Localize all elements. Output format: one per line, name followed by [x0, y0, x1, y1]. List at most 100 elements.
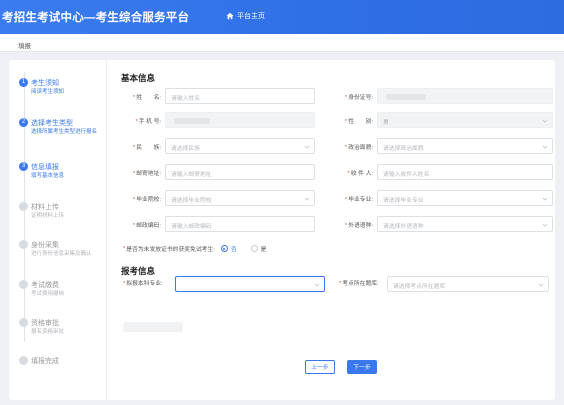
political-placeholder: 请选择政治面貌 [383, 146, 424, 152]
address-field: *邮寄地址: 请输入邮寄地址 [123, 164, 323, 180]
grad-major-placeholder: 请选择毕业专业 [383, 198, 424, 204]
grad-school-field: *毕业院校: 请选择毕业院校 [123, 190, 323, 206]
gender-field: *性 别: 男 [333, 112, 553, 128]
step-number: 3 [19, 162, 28, 171]
step-title: 资格审批 [31, 320, 59, 327]
step-number: 1 [19, 78, 28, 87]
step-desc: 进行身份信息采集及确认 [31, 251, 92, 257]
award-exempt-radio-group: * 是否为未发放证书的获奖免试考生: 否 是 [123, 245, 267, 253]
step-desc: 阅读考生须知 [31, 89, 65, 95]
exam-site-placeholder: 请选择考点所在题库 [393, 284, 446, 290]
grad-major-select[interactable]: 请选择毕业专业 [377, 190, 553, 206]
address-label: 邮寄地址: [136, 171, 161, 177]
grad-school-select[interactable]: 请选择毕业院校 [165, 190, 315, 206]
ethnicity-field: *民 族: 请选择民族 [123, 138, 323, 154]
step-number [19, 318, 28, 327]
step-title: 身份采集 [31, 242, 59, 249]
id-number-label: 身份证号: [348, 95, 373, 101]
phone-input[interactable] [165, 112, 315, 128]
postcode-input[interactable]: 请输入邮政编码 [165, 216, 315, 232]
step-title: 信息填报 [31, 164, 59, 171]
blurred-value [174, 118, 210, 124]
step-number [19, 202, 28, 211]
breadcrumb-bar: 填报 [0, 34, 564, 52]
prev-step-button[interactable]: 上一步 [305, 360, 335, 374]
intended-major-label: 拟报本科专业: [126, 281, 163, 287]
postcode-label: 邮政编码: [136, 223, 161, 229]
foreign-lang-field: *外语语种: 请选择外语语种 [333, 216, 553, 232]
gender-label: 性 别: [348, 119, 373, 125]
next-step-button[interactable]: 下一步 [347, 360, 377, 374]
recipient-label: 收 件 人: [350, 171, 373, 177]
step-title: 填报完成 [31, 358, 59, 365]
home-link[interactable]: 平台主页 [226, 11, 265, 21]
name-field: *姓 名: 请输入姓名 [123, 88, 323, 104]
political-field: *政治面貌: 请选择政治面貌 [333, 138, 553, 154]
home-link-label: 平台主页 [237, 13, 265, 20]
step-number [19, 356, 28, 365]
exam-site-select[interactable]: 请选择考点所在题库 [387, 276, 549, 292]
gender-value: 男 [383, 120, 389, 126]
step-title: 材料上传 [31, 204, 59, 211]
chevron-down-icon [314, 283, 320, 287]
grad-major-label: 毕业专业: [348, 197, 373, 203]
chevron-down-icon [304, 145, 310, 149]
form-area: 基本信息 *姓 名: 请输入姓名 *身份证号: *手 机 号: *性 别: 男 [107, 60, 555, 400]
postcode-placeholder: 请输入邮政编码 [171, 224, 212, 230]
id-number-input[interactable] [377, 88, 553, 104]
grad-major-field: *毕业专业: 请选择毕业专业 [333, 190, 553, 206]
chevron-down-icon [542, 145, 548, 149]
home-icon [226, 12, 234, 20]
ethnicity-placeholder: 请选择民族 [171, 146, 200, 152]
chevron-down-icon [542, 119, 548, 123]
name-label: 姓 名: [136, 95, 161, 101]
recipient-placeholder: 请输入收件人姓名 [383, 172, 430, 178]
step-desc: 考试费用缴纳 [31, 291, 65, 297]
top-bar: 考招生考试中心—考生综合服务平台 平台主页 [0, 0, 564, 34]
political-select[interactable]: 请选择政治面貌 [377, 138, 553, 154]
exam-site-label: 考点所在题库: [342, 281, 379, 287]
ethnicity-select[interactable]: 请选择民族 [165, 138, 315, 154]
step-desc: 填写基本信息 [31, 173, 65, 179]
exam-site-field: *考点所在题库: 请选择考点所在题库 [339, 276, 553, 292]
step-number: 2 [19, 118, 28, 127]
blurred-area [123, 322, 183, 332]
step-desc: 选择所属考生类型进行报名 [31, 129, 98, 135]
radio-option-yes-label: 是 [260, 247, 267, 253]
postcode-field: *邮政编码: 请输入邮政编码 [123, 216, 323, 232]
recipient-input[interactable]: 请输入收件人姓名 [377, 164, 553, 180]
ethnicity-label: 民 族: [136, 145, 161, 151]
award-exempt-label: 是否为未发放证书的获奖免试考生: [126, 247, 215, 253]
step-sidebar: 1 考生须知 阅读考生须知 2 选择考生类型 选择所属考生类型进行报名 3 信息… [9, 60, 107, 400]
chevron-down-icon [538, 283, 544, 287]
grad-school-label: 毕业院校: [136, 197, 161, 203]
blurred-value [386, 94, 426, 100]
radio-option-no-label: 否 [230, 247, 237, 253]
phone-field: *手 机 号: [123, 112, 323, 128]
foreign-lang-label: 外语语种: [348, 223, 373, 229]
chevron-down-icon [542, 223, 548, 227]
step-number [19, 240, 28, 249]
chevron-down-icon [304, 197, 310, 201]
phone-label: 手 机 号: [138, 119, 161, 125]
app-title: 考招生考试中心—考生综合服务平台 [2, 12, 190, 24]
name-input[interactable]: 请输入姓名 [165, 88, 315, 104]
breadcrumb: 填报 [18, 43, 31, 50]
chevron-down-icon [542, 197, 548, 201]
id-number-field: *身份证号: [333, 88, 553, 104]
step-number [19, 280, 28, 289]
address-placeholder: 请输入邮寄地址 [171, 172, 212, 178]
grad-school-placeholder: 请选择毕业院校 [171, 198, 212, 204]
recipient-field: *收 件 人: 请输入收件人姓名 [333, 164, 553, 180]
radio-option-no[interactable] [220, 245, 228, 252]
intended-major-select[interactable] [175, 276, 325, 292]
intended-major-field: *拟报本科专业: [123, 276, 333, 292]
foreign-lang-select[interactable]: 请选择外语语种 [377, 216, 553, 232]
address-input[interactable]: 请输入邮寄地址 [165, 164, 315, 180]
step-desc: 证明材料上传 [31, 213, 65, 219]
step-title: 考生须知 [31, 80, 59, 87]
radio-option-yes[interactable] [250, 245, 258, 252]
gender-select[interactable]: 男 [377, 112, 553, 128]
foreign-lang-placeholder: 请选择外语语种 [383, 224, 424, 230]
main-panel: 1 考生须知 阅读考生须知 2 选择考生类型 选择所属考生类型进行报名 3 信息… [9, 60, 555, 400]
